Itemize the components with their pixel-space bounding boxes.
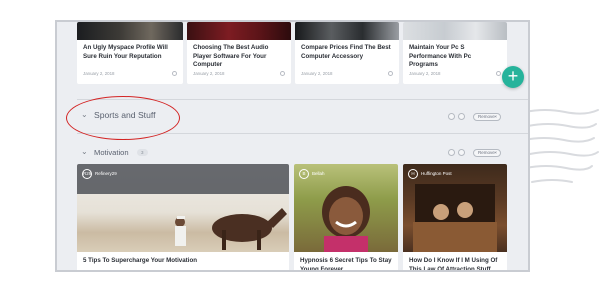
section-title-motivation[interactable]: Motivation [94,148,129,157]
favorite-icon[interactable] [172,71,177,76]
article-title[interactable]: Choosing The Best Audio Player Software … [193,44,285,70]
decorative-squiggles [523,109,599,183]
move-up-icon[interactable] [448,149,455,156]
source-avatar: H [408,169,418,179]
article-thumbnail [295,22,399,40]
plus-icon: + [507,66,519,86]
source-label[interactable]: B Bellah [299,169,325,179]
app-window: An Ugly Myspace Profile Will Sure Ruin Y… [55,20,530,272]
move-down-icon[interactable] [458,149,465,156]
article-card[interactable]: B Bellah Hypnosis 6 Secret Tips To Stay Y… [294,164,398,270]
article-thumbnail: B Bellah [294,164,398,252]
move-down-icon[interactable] [458,113,465,120]
source-avatar: R29 [82,169,92,179]
source-name: Bellah [312,171,325,177]
favorite-icon[interactable] [496,71,501,76]
favorite-icon[interactable] [388,71,393,76]
article-thumbnail [403,22,507,40]
article-date: January 2, 2018 [83,71,115,76]
source-name: Refinery29 [95,171,117,177]
source-name: Huffington Post [421,171,452,177]
article-card[interactable]: An Ugly Myspace Profile Will Sure Ruin Y… [77,22,183,84]
source-avatar: B [299,169,309,179]
article-card[interactable]: Choosing The Best Audio Player Software … [187,22,291,84]
close-icon: × [494,149,497,155]
remove-label: Remove [478,113,495,119]
article-title[interactable]: An Ugly Myspace Profile Will Sure Ruin Y… [83,44,177,61]
highlight-annotation [66,96,180,140]
article-thumbnail: R29 Refinery29 [77,164,289,252]
section-count-badge: 3 [137,149,148,156]
screenshot-stage: An Ugly Myspace Profile Will Sure Ruin Y… [0,0,600,294]
article-date: January 2, 2018 [193,71,225,76]
article-title[interactable]: Compare Prices Find The Best Computer Ac… [301,44,393,61]
remove-label: Remove [478,149,495,155]
article-title[interactable]: 5 Tips To Supercharge Your Motivation [83,257,283,266]
article-thumbnail: H Huffington Post [403,164,507,252]
remove-section-button[interactable]: Remove × [473,112,501,121]
article-title[interactable]: How Do I Know If I M Using Of This Law O… [409,257,501,270]
article-card[interactable]: Maintain Your Pc S Performance With Pc P… [403,22,507,84]
article-thumbnail [187,22,291,40]
article-card[interactable]: H Huffington Post How Do I Know If I M Us… [403,164,507,270]
add-button[interactable]: + [502,66,524,88]
article-date: January 2, 2018 [409,71,441,76]
article-title[interactable]: Hypnosis 6 Secret Tips To Stay Young For… [300,257,392,270]
favorite-icon[interactable] [280,71,285,76]
article-card[interactable]: R29 Refinery29 5 Tips To Supercharge Your… [77,164,289,270]
source-label[interactable]: H Huffington Post [408,169,452,179]
article-card[interactable]: Compare Prices Find The Best Computer Ac… [295,22,399,84]
article-title[interactable]: Maintain Your Pc S Performance With Pc P… [409,44,501,70]
source-label[interactable]: R29 Refinery29 [82,169,117,179]
chevron-down-icon[interactable]: ⌄ [81,148,88,156]
remove-section-button[interactable]: Remove × [473,148,501,157]
close-icon: × [494,113,497,119]
article-date: January 2, 2018 [301,71,333,76]
move-up-icon[interactable] [448,113,455,120]
article-thumbnail [77,22,183,40]
